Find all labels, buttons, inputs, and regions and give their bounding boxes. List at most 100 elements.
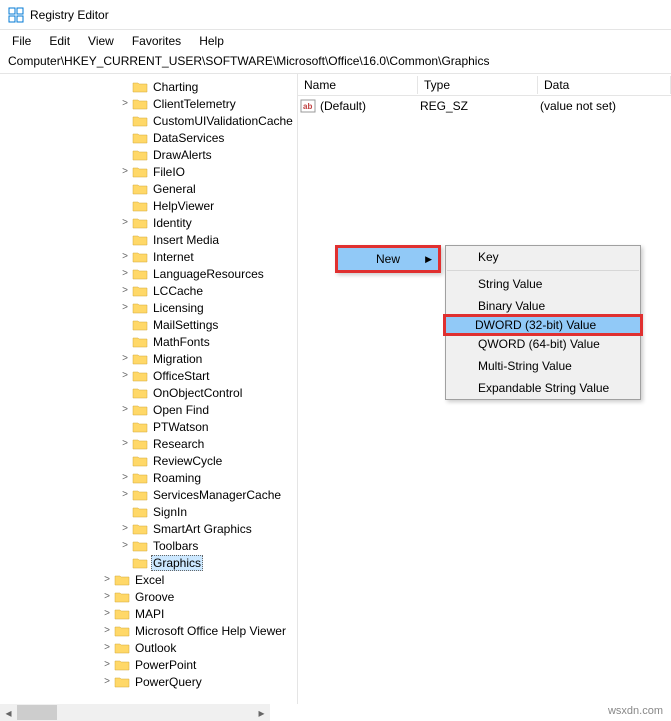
submenu-item-key[interactable]: Key [446, 246, 640, 268]
tree-item-label: PTWatson [151, 420, 211, 434]
expander-icon[interactable]: > [100, 574, 114, 585]
submenu-arrow-icon: ▶ [425, 254, 432, 265]
tree-item[interactable]: Graphics [0, 554, 297, 571]
col-header-data[interactable]: Data [538, 76, 671, 94]
expander-icon[interactable]: > [100, 608, 114, 619]
expander-icon[interactable]: > [100, 591, 114, 602]
expander-icon[interactable]: > [118, 285, 132, 296]
tree-item[interactable]: >MAPI [0, 605, 297, 622]
tree-pane[interactable]: Charting>ClientTelemetryCustomUIValidati… [0, 74, 298, 704]
menu-file[interactable]: File [4, 32, 39, 50]
expander-icon[interactable]: > [118, 353, 132, 364]
tree-item[interactable]: >PowerQuery [0, 673, 297, 690]
folder-icon [132, 318, 148, 332]
submenu-item-string[interactable]: String Value [446, 273, 640, 295]
tree-item[interactable]: >LCCache [0, 282, 297, 299]
horizontal-scrollbar[interactable]: ◂ ▸ [0, 704, 270, 721]
tree-item[interactable]: > Outlook [0, 639, 297, 656]
tree-item[interactable]: >ServicesManagerCache [0, 486, 297, 503]
submenu-item-expand[interactable]: Expandable String Value [446, 377, 640, 399]
folder-icon [132, 522, 148, 536]
expander-icon[interactable]: > [118, 302, 132, 313]
tree-item[interactable]: >LanguageResources [0, 265, 297, 282]
tree-item[interactable]: OnObjectControl [0, 384, 297, 401]
tree-item[interactable]: >Excel [0, 571, 297, 588]
tree-item-label: DrawAlerts [151, 148, 214, 162]
tree-item[interactable]: ReviewCycle [0, 452, 297, 469]
expander-icon[interactable]: > [118, 268, 132, 279]
context-submenu-new: Key String Value Binary Value DWORD (32-… [445, 245, 641, 400]
tree-item[interactable]: >FileIO [0, 163, 297, 180]
expander-icon[interactable]: > [118, 472, 132, 483]
tree-item-label: Licensing [151, 301, 206, 315]
submenu-item-multi[interactable]: Multi-String Value [446, 355, 640, 377]
watermark: wsxdn.com [608, 705, 663, 717]
folder-icon [114, 573, 130, 587]
tree-item-label: OfficeStart [151, 369, 211, 383]
folder-icon [132, 301, 148, 315]
folder-icon [132, 131, 148, 145]
col-header-name[interactable]: Name [298, 76, 418, 94]
submenu-item-dword[interactable]: DWORD (32-bit) Value [443, 314, 643, 336]
expander-icon[interactable]: > [100, 676, 114, 687]
tree-item[interactable]: >Toolbars [0, 537, 297, 554]
expander-icon[interactable]: > [118, 523, 132, 534]
tree-item[interactable]: Insert Media [0, 231, 297, 248]
tree-item[interactable]: HelpViewer [0, 197, 297, 214]
scroll-thumb[interactable] [17, 705, 57, 720]
tree-item[interactable]: MailSettings [0, 316, 297, 333]
tree-item[interactable]: >Open Find [0, 401, 297, 418]
scroll-track[interactable] [17, 704, 253, 721]
tree-item[interactable]: SignIn [0, 503, 297, 520]
expander-icon[interactable]: > [118, 370, 132, 381]
menu-view[interactable]: View [80, 32, 122, 50]
folder-icon [132, 454, 148, 468]
expander-icon[interactable]: > [118, 540, 132, 551]
tree-item[interactable]: > Migration [0, 350, 297, 367]
tree-item[interactable]: MathFonts [0, 333, 297, 350]
tree-item[interactable]: >Internet [0, 248, 297, 265]
expander-icon[interactable]: > [100, 659, 114, 670]
menu-help[interactable]: Help [191, 32, 232, 50]
tree-item[interactable]: DrawAlerts [0, 146, 297, 163]
expander-icon[interactable]: > [118, 489, 132, 500]
context-item-new[interactable]: New ▶ [338, 248, 438, 270]
menu-edit[interactable]: Edit [41, 32, 78, 50]
tree-item[interactable]: >Roaming [0, 469, 297, 486]
tree-item[interactable]: DataServices [0, 129, 297, 146]
tree-item-label: Outlook [133, 641, 178, 655]
scroll-right-button[interactable]: ▸ [253, 704, 270, 721]
tree-item[interactable]: CustomUIValidationCache [0, 112, 297, 129]
submenu-item-qword[interactable]: QWORD (64-bit) Value [446, 333, 640, 355]
tree-item[interactable]: >Groove [0, 588, 297, 605]
tree-item[interactable]: >SmartArt Graphics [0, 520, 297, 537]
expander-icon[interactable]: > [118, 251, 132, 262]
expander-icon[interactable]: > [118, 438, 132, 449]
tree-item-label: MailSettings [151, 318, 220, 332]
tree-item-label: Migration [151, 352, 204, 366]
tree-item[interactable]: General [0, 180, 297, 197]
expander-icon[interactable]: > [100, 625, 114, 636]
expander-icon[interactable]: > [118, 404, 132, 415]
menu-favorites[interactable]: Favorites [124, 32, 189, 50]
tree-item-label: Insert Media [151, 233, 221, 247]
scroll-left-button[interactable]: ◂ [0, 704, 17, 721]
tree-item[interactable]: > Research [0, 435, 297, 452]
tree-item[interactable]: >ClientTelemetry [0, 95, 297, 112]
tree-item[interactable]: > OfficeStart [0, 367, 297, 384]
tree-item[interactable]: >Identity [0, 214, 297, 231]
tree-item[interactable]: > Licensing [0, 299, 297, 316]
folder-icon [132, 403, 148, 417]
tree-item[interactable]: PTWatson [0, 418, 297, 435]
list-row[interactable]: ab(Default)REG_SZ(value not set) [298, 96, 671, 116]
expander-icon[interactable]: > [100, 642, 114, 653]
col-header-type[interactable]: Type [418, 76, 538, 94]
expander-icon[interactable]: > [118, 166, 132, 177]
expander-icon[interactable]: > [118, 217, 132, 228]
address-bar[interactable]: Computer\HKEY_CURRENT_USER\SOFTWARE\Micr… [0, 52, 671, 74]
expander-icon[interactable]: > [118, 98, 132, 109]
tree-item[interactable]: >Microsoft Office Help Viewer [0, 622, 297, 639]
tree-item[interactable]: >PowerPoint [0, 656, 297, 673]
tree-item-label: Research [151, 437, 206, 451]
tree-item[interactable]: Charting [0, 78, 297, 95]
